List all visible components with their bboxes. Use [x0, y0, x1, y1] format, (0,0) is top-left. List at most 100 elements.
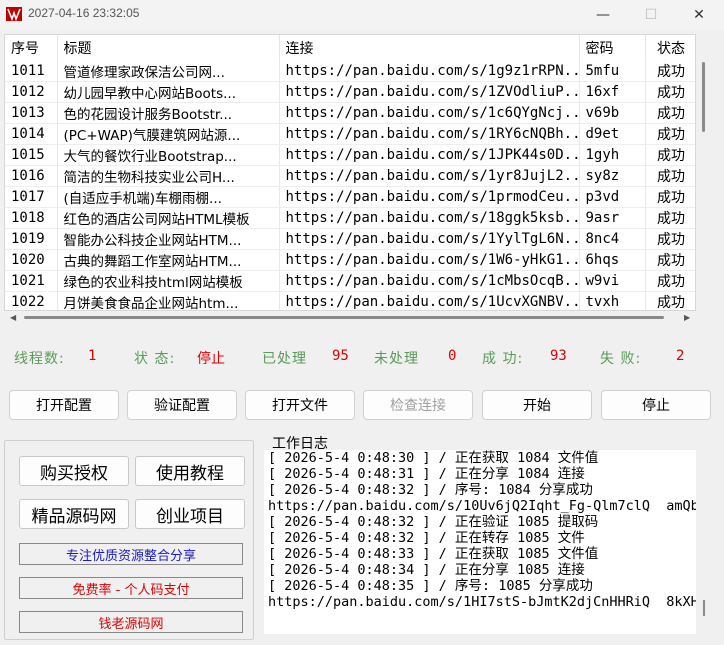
- table-row[interactable]: 1015 大气的餐饮行业Bootstrap... https://pan.baidu…: [5, 144, 695, 166]
- check-link-button[interactable]: 检查连接: [363, 390, 473, 420]
- success-label: 成 功:: [482, 351, 524, 367]
- boutique-source-button[interactable]: 精品源码网: [19, 499, 129, 529]
- cell-title: 简洁的生物科技实业公司H...: [57, 165, 280, 187]
- cell-id: 1019: [5, 228, 58, 250]
- cell-id: 1012: [5, 81, 58, 103]
- cell-link: https://pan.baidu.com/s/1JPK44s0D...: [279, 144, 580, 166]
- cell-link: https://pan.baidu.com/s/1cMbsOcqB...: [279, 270, 580, 292]
- threads-value: 1: [88, 348, 97, 364]
- unprocessed-value: 0: [448, 348, 457, 364]
- cell-title: 大气的餐饮行业Bootstrap...: [57, 144, 280, 166]
- cell-link: https://pan.baidu.com/s/1RY6cNQBh...: [279, 123, 580, 145]
- cell-status: 成功: [645, 165, 695, 187]
- unprocessed-label: 未处理: [374, 351, 419, 367]
- cell-link: https://pan.baidu.com/s/1W6-yHkG1...: [279, 249, 580, 271]
- log-textbox[interactable]: [ 2026-5-4 0:48:30 ] / 正在获取 1084 文件值[ 20…: [264, 450, 696, 634]
- verify-config-button[interactable]: 验证配置: [127, 390, 237, 420]
- table-row[interactable]: 1017 (自适应手机端)车棚雨棚... https://pan.baidu.com…: [5, 186, 695, 208]
- col-header-password[interactable]: 密码: [579, 35, 646, 61]
- scroll-right-arrow-icon[interactable]: ▶: [684, 313, 690, 322]
- cell-password: 5mfu: [579, 61, 646, 82]
- log-line: [ 2026-5-4 0:48:30 ] / 正在获取 1084 文件值: [268, 450, 599, 466]
- cell-password: sy8z: [579, 165, 646, 187]
- table-row[interactable]: 1022 月饼美食食品企业网站htm... https://pan.baidu.co…: [5, 291, 695, 310]
- table-row[interactable]: 1013 色的花园设计服务Bootstr... https://pan.baidu.…: [5, 102, 695, 124]
- log-line: [ 2026-5-4 0:48:34 ] / 正在分享 1085 连接: [268, 562, 585, 578]
- cell-status: 成功: [645, 270, 695, 292]
- cell-password: w9vi: [579, 270, 646, 292]
- open-config-button[interactable]: 打开配置: [9, 390, 119, 420]
- cell-id: 1011: [5, 61, 58, 82]
- source-site-link[interactable]: 钱老源码网: [19, 611, 243, 633]
- table-row[interactable]: 1021 绿色的农业科技html网站模板 https://pan.baidu.com…: [5, 270, 695, 292]
- processed-label: 已处理: [262, 351, 307, 367]
- success-value: 93: [550, 348, 567, 364]
- log-line: https://pan.baidu.com/s/10Uv6jQ2Iqht_Fg-…: [268, 498, 696, 514]
- col-header-status[interactable]: 状态: [645, 35, 695, 61]
- table-horizontal-scrollbar[interactable]: [24, 316, 664, 319]
- buy-license-button[interactable]: 购买授权: [19, 456, 129, 486]
- table-vertical-scrollbar[interactable]: [702, 62, 705, 132]
- cell-password: 16xf: [579, 81, 646, 103]
- cell-status: 成功: [645, 291, 695, 310]
- start-button[interactable]: 开始: [482, 390, 592, 420]
- cell-title: 红色的酒店公司网站HTML模板: [57, 207, 280, 229]
- log-line: [ 2026-5-4 0:48:35 ] / 序号: 1085 分享成功: [268, 578, 593, 594]
- table-row[interactable]: 1020 古典的舞蹈工作室网站HTM... https://pan.baidu.co…: [5, 249, 695, 271]
- threads-label: 线程数:: [14, 351, 65, 367]
- cell-link: https://pan.baidu.com/s/18ggk5ksb...: [279, 207, 580, 229]
- cell-title: 管道修理家政保洁公司网...: [57, 61, 280, 82]
- cell-title: 色的花园设计服务Bootstr...: [57, 102, 280, 124]
- tutorial-button[interactable]: 使用教程: [135, 456, 245, 486]
- cell-id: 1017: [5, 186, 58, 208]
- table-header-row: 序号 标题 连接 密码 状态: [5, 35, 695, 61]
- payment-link[interactable]: 免费率 - 个人码支付: [19, 577, 243, 599]
- cell-status: 成功: [645, 81, 695, 103]
- cell-status: 成功: [645, 123, 695, 145]
- table-row[interactable]: 1016 简洁的生物科技实业公司H... https://pan.baidu.com…: [5, 165, 695, 187]
- processed-value: 95: [332, 348, 349, 364]
- app-logo-icon: [6, 7, 22, 21]
- table-row[interactable]: 1019 智能办公科技企业网站HTM... https://pan.baidu.co…: [5, 228, 695, 250]
- table-row[interactable]: 1012 幼儿园早教中心网站Boots... https://pan.baidu.c…: [5, 81, 695, 103]
- close-button[interactable]: ✕: [676, 0, 722, 30]
- cell-status: 成功: [645, 61, 695, 82]
- col-header-link[interactable]: 连接: [279, 35, 580, 61]
- cell-title: 幼儿园早教中心网站Boots...: [57, 81, 280, 103]
- col-header-id[interactable]: 序号: [5, 35, 58, 61]
- cell-status: 成功: [645, 207, 695, 229]
- cell-id: 1015: [5, 144, 58, 166]
- window-title: 2027-04-16 23:32:05: [28, 6, 140, 20]
- cell-id: 1021: [5, 270, 58, 292]
- log-line: https://pan.baidu.com/s/1HI7stS-bJmtK2dj…: [268, 594, 696, 610]
- cell-password: v69b: [579, 102, 646, 124]
- table-row[interactable]: 1018 红色的酒店公司网站HTML模板 https://pan.baidu.com…: [5, 207, 695, 229]
- log-line: [ 2026-5-4 0:48:31 ] / 正在分享 1084 连接: [268, 466, 585, 482]
- cell-id: 1020: [5, 249, 58, 271]
- table-row[interactable]: 1011 管道修理家政保洁公司网... https://pan.baidu.com/…: [5, 61, 695, 82]
- cell-title: 古典的舞蹈工作室网站HTM...: [57, 249, 280, 271]
- col-header-title[interactable]: 标题: [57, 35, 280, 61]
- cell-link: https://pan.baidu.com/s/1g9z1rRPN...: [279, 61, 580, 82]
- state-label: 状 态:: [134, 351, 176, 367]
- cell-status: 成功: [645, 249, 695, 271]
- cell-title: (PC+WAP)气膜建筑网站源...: [57, 123, 280, 145]
- log-line: [ 2026-5-4 0:48:32 ] / 正在验证 1085 提取码: [268, 514, 599, 530]
- log-line: [ 2026-5-4 0:48:32 ] / 序号: 1084 分享成功: [268, 482, 593, 498]
- maximize-button[interactable]: ☐: [628, 0, 674, 30]
- cell-password: 6hqs: [579, 249, 646, 271]
- cell-title: 月饼美食食品企业网站htm...: [57, 291, 280, 310]
- minimize-button[interactable]: —: [580, 0, 626, 30]
- table-row[interactable]: 1014 (PC+WAP)气膜建筑网站源... https://pan.baidu.…: [5, 123, 695, 145]
- cell-password: 8nc4: [579, 228, 646, 250]
- stop-button[interactable]: 停止: [601, 390, 711, 420]
- cell-link: https://pan.baidu.com/s/1yr8JujL2...: [279, 165, 580, 187]
- results-table[interactable]: 序号 标题 连接 密码 状态 1011 管道修理家政保洁公司网... https:/…: [4, 34, 696, 311]
- scroll-left-arrow-icon[interactable]: ◀: [10, 313, 16, 322]
- startup-project-button[interactable]: 创业项目: [135, 499, 245, 529]
- open-file-button[interactable]: 打开文件: [245, 390, 355, 420]
- cell-password: tvxh: [579, 291, 646, 310]
- log-line: [ 2026-5-4 0:48:32 ] / 正在转存 1085 文件: [268, 530, 585, 546]
- resource-share-link[interactable]: 专注优质资源整合分享: [19, 543, 243, 565]
- log-scrollbar[interactable]: [703, 600, 705, 616]
